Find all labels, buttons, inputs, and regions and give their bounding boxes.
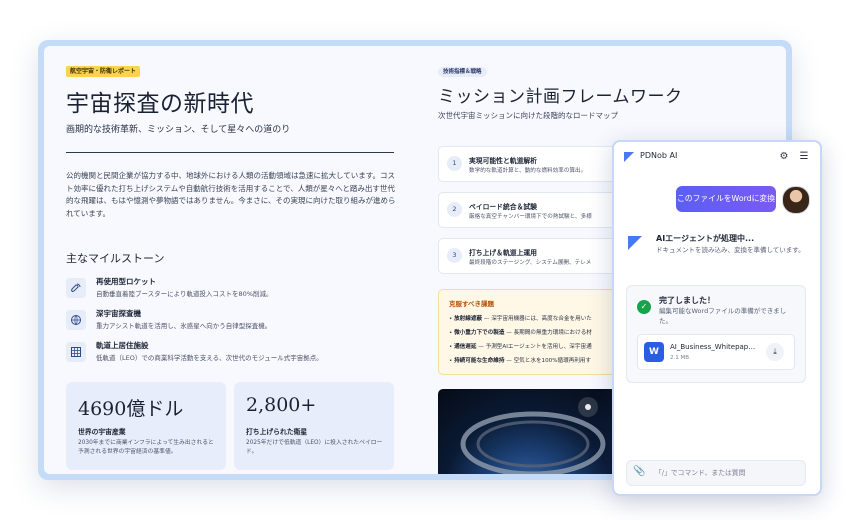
- word-file-icon: W: [644, 342, 664, 362]
- step-number: 2: [447, 202, 462, 217]
- milestone-desc: 低軌道（LEO）での商業科学活動を支える、次世代のモジュール式宇宙拠点。: [96, 354, 323, 362]
- milestone-item: 軌道上居住施設 低軌道（LEO）での商業科学活動を支える、次世代のモジュール式宇…: [66, 340, 396, 366]
- grid-icon: [66, 342, 86, 362]
- milestone-item: 再使用型ロケット 自動垂直着陸ブースターにより軌道投入コストを80%削減。: [66, 276, 396, 302]
- file-size: 2.1 MB: [670, 355, 690, 361]
- globe-icon: [66, 310, 86, 330]
- challenge-item: • 持続可能な生命維持 — 空気と水を100%循環再利用す: [449, 358, 592, 364]
- settings-icon[interactable]: ⚙: [776, 149, 792, 165]
- app-name: PDNob AI: [640, 151, 678, 160]
- step-desc: 数学的な軌道計算と、動的な燃料効率の算出。: [469, 168, 587, 174]
- step-title: ペイロード統合＆試験: [469, 203, 537, 211]
- output-file-card[interactable]: W AI_Business_Whitepaper.docx 2.1 MB ⤓: [637, 334, 795, 370]
- chat-input-bar: 📎: [626, 460, 806, 486]
- divider: [66, 152, 394, 153]
- pdnob-logo-icon: [624, 152, 634, 162]
- stat-card: 4690億ドル 世界の宇宙産業 2030年までに商業インフラによって生み出される…: [66, 382, 226, 470]
- attach-icon[interactable]: 📎: [633, 466, 645, 477]
- stat-desc: 2025年だけで低軌道（LEO）に投入されたペイロード。: [246, 440, 383, 455]
- step-title: 実現可能性と軌道解析: [469, 157, 537, 165]
- avatar: [782, 186, 810, 214]
- chat-input[interactable]: [655, 465, 800, 480]
- right-subtitle: 次世代宇宙ミッションに向けた段階的なロードマップ: [438, 111, 618, 120]
- roadmap-step: 3 打ち上げ＆軌道上運用 最終段階のステージング、システム展開、テレメ: [438, 238, 640, 274]
- milestone-desc: 自動垂直着陸ブースターにより軌道投入コストを80%削減。: [96, 290, 273, 298]
- milestones-heading: 主なマイルストーン: [66, 252, 165, 265]
- intro-paragraph: 公的機関と民間企業が協力する中、地球外における人類の活動領域は急速に拡大していま…: [66, 171, 396, 218]
- challenge-item: • 放射線遮蔽 — 深宇宙用機器には、高度な合金を用いた: [449, 316, 592, 322]
- stat-label: 打ち上げられた衛星: [246, 428, 308, 436]
- left-subtitle: 画期的な技術革新、ミッション、そして星々への道のり: [66, 125, 291, 135]
- check-icon: ✓: [637, 300, 651, 314]
- milestone-title: 軌道上居住施設: [96, 341, 149, 350]
- agent-status-desc: ドキュメントを読み込み、変換を準備しています。: [656, 246, 805, 254]
- file-name: AI_Business_Whitepaper.docx: [670, 343, 758, 351]
- rocket-icon: [66, 278, 86, 298]
- challenges-box: 克服すべき課題 • 放射線遮蔽 — 深宇宙用機器には、高度な合金を用いた • 微…: [438, 289, 640, 375]
- milestone-desc: 重力アシスト軌道を活用し、氷惑星へ向かう自律型探査機。: [96, 322, 272, 330]
- milestone-item: 深宇宙探査機 重力アシスト軌道を活用し、氷惑星へ向かう自律型探査機。: [66, 308, 396, 334]
- roadmap-step: 1 実現可能性と軌道解析 数学的な軌道計算と、動的な燃料効率の算出。: [438, 146, 640, 182]
- download-icon[interactable]: ⤓: [766, 343, 784, 361]
- challenge-item: • 通信遅延 — 予測型AIエージェントを活用し、深宇宙通: [449, 344, 592, 350]
- stat-value: 2,800+: [246, 394, 317, 416]
- space-station-image: [438, 389, 638, 474]
- collapse-panel-icon[interactable]: ☰: [796, 149, 812, 165]
- challenge-item: • 微小重力下での製造 — 長期間の無重力環境における材: [449, 330, 592, 336]
- panel-header: PDNob AI ⚙ ☰: [614, 142, 820, 174]
- right-title: ミッション計画フレームワーク: [438, 87, 683, 107]
- step-number: 3: [447, 248, 462, 263]
- report-badge: 航空宇宙・防衛レポート: [66, 66, 141, 77]
- strategy-badge: 技術指標＆戦略: [438, 67, 487, 77]
- completion-message: ✓ 完了しました！ 編集可能なWordファイルの準備ができました。 W AI_B…: [626, 285, 806, 383]
- completion-title: 完了しました！: [659, 296, 715, 305]
- agent-status-title: AIエージェントが処理中...: [656, 234, 755, 243]
- convert-to-word-button[interactable]: このファイルをWordに変換: [676, 186, 776, 212]
- step-title: 打ち上げ＆軌道上運用: [469, 249, 537, 257]
- ai-agent-icon: [628, 236, 642, 250]
- step-desc: 最終段階のステージング、システム展開、テレメ: [469, 260, 592, 266]
- stat-label: 世界の宇宙産業: [78, 428, 126, 436]
- step-desc: 厳格な真空チャンバー環境下での熱試験と、多様: [469, 214, 592, 220]
- challenges-title: 克服すべき課題: [449, 300, 495, 308]
- left-title: 宇宙探査の新時代: [66, 91, 254, 117]
- completion-desc: 編集可能なWordファイルの準備ができました。: [659, 307, 787, 325]
- step-number: 1: [447, 156, 462, 171]
- stat-card: 2,800+ 打ち上げられた衛星 2025年だけで低軌道（LEO）に投入されたペ…: [234, 382, 394, 470]
- milestone-title: 深宇宙探査機: [96, 309, 141, 318]
- stat-value: 4690億ドル: [78, 398, 184, 420]
- roadmap-step: 2 ペイロード統合＆試験 厳格な真空チャンバー環境下での熱試験と、多様: [438, 192, 640, 228]
- milestone-title: 再使用型ロケット: [96, 277, 156, 286]
- stat-desc: 2030年までに商業インフラによって生み出されると予測される世界の宇宙経済の基準…: [78, 440, 214, 455]
- pdnob-ai-panel: PDNob AI ⚙ ☰ このファイルをWordに変換 AIエージェントが処理中…: [612, 140, 822, 496]
